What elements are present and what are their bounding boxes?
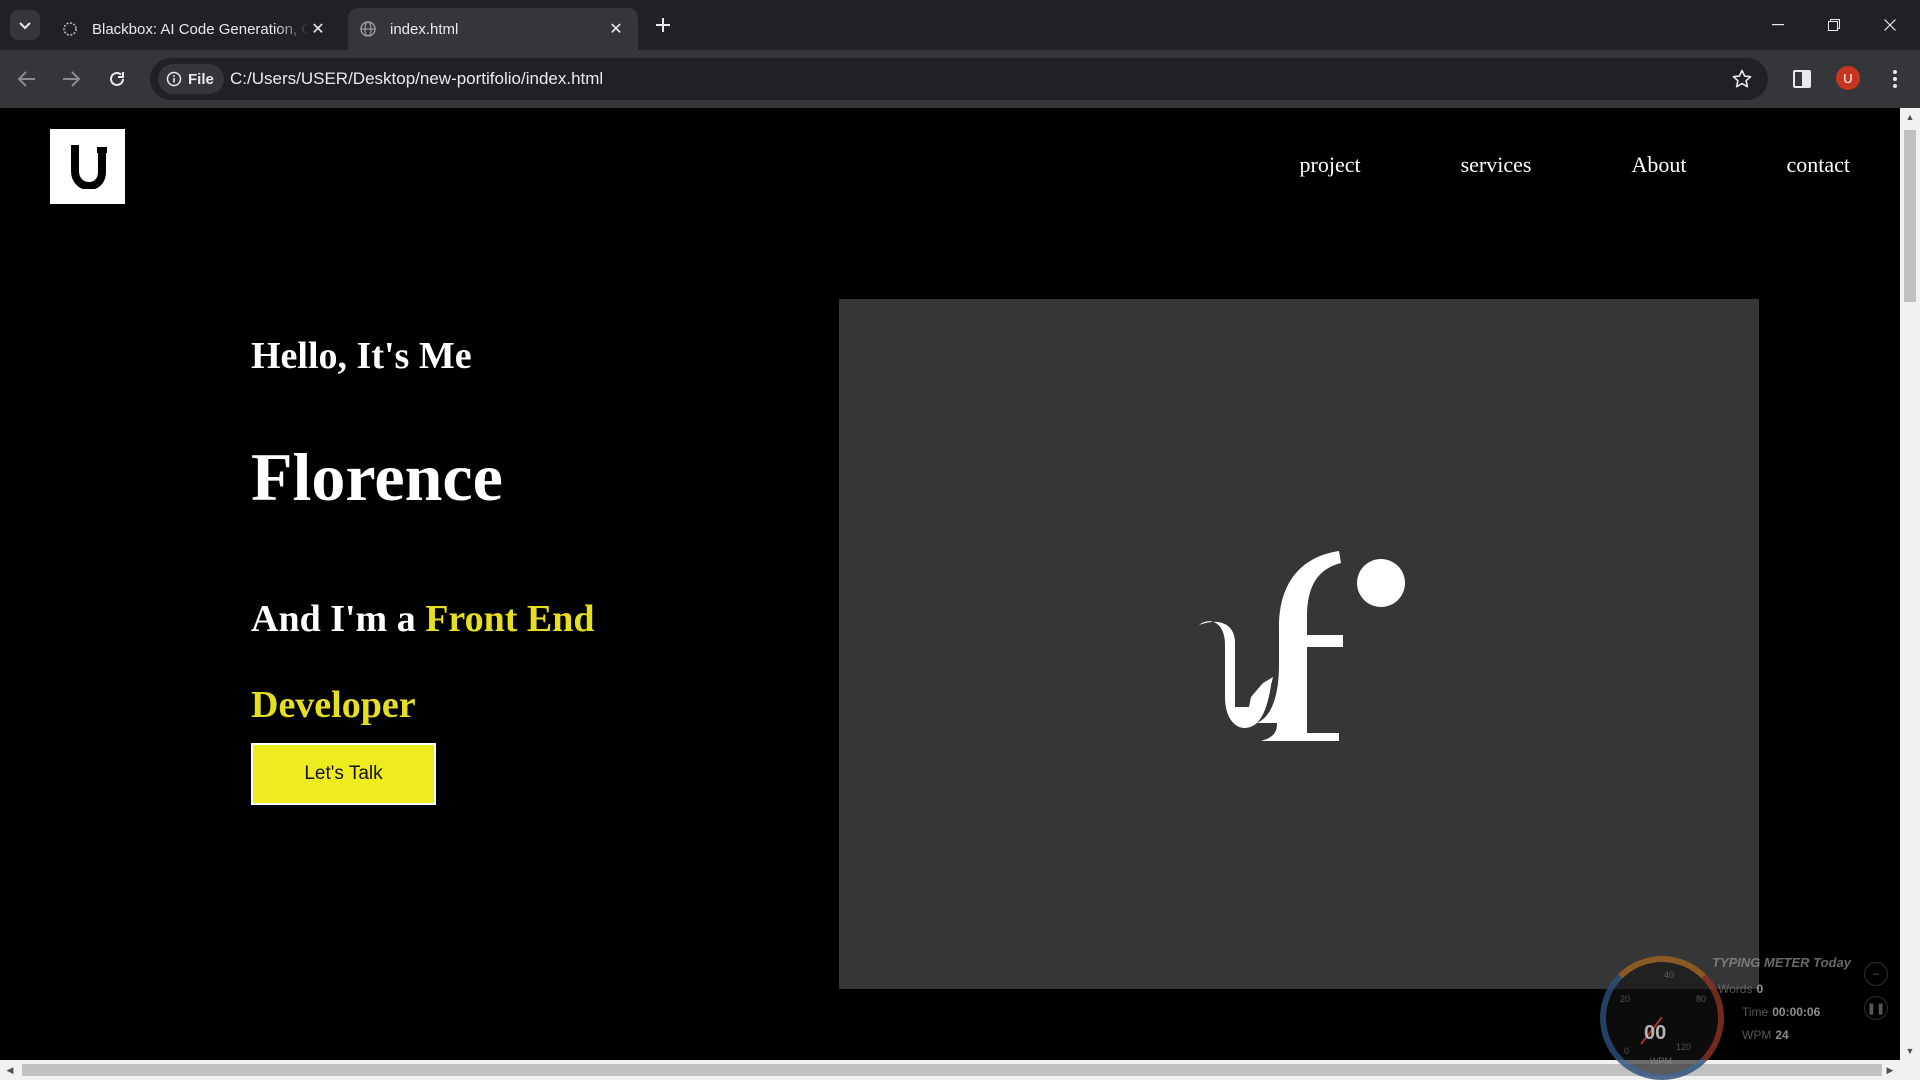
wpm-row: WPM 24: [1742, 1028, 1789, 1042]
gauge-unit: WPM: [1650, 1056, 1672, 1066]
reload-icon: [110, 71, 124, 86]
close-tab-icon[interactable]: ✕: [308, 19, 328, 39]
nav-link-project[interactable]: project: [1300, 152, 1361, 178]
tab-title: index.html: [390, 20, 459, 38]
side-panel-button[interactable]: [1787, 64, 1817, 94]
hero-role: And I'm a Front End Developer: [251, 576, 651, 748]
gauge-tick: 40: [1664, 970, 1675, 980]
url-text[interactable]: C:/Users/USER/Desktop/new-portifolio/ind…: [230, 69, 603, 89]
tab-blackbox[interactable]: Blackbox: AI Code Generation, C ✕: [50, 8, 340, 50]
bookmark-button[interactable]: [1730, 67, 1754, 91]
minimize-meter-icon[interactable]: –: [1864, 962, 1888, 986]
plus-icon: [656, 18, 670, 32]
restore-button[interactable]: [1806, 0, 1862, 50]
uf-logo-icon: [1199, 551, 1405, 741]
main-nav: project services About contact: [1300, 152, 1850, 178]
blackbox-icon: [62, 21, 78, 37]
side-panel-icon: [1793, 70, 1811, 88]
restore-icon: [1828, 19, 1840, 31]
gauge-tick: 80: [1696, 994, 1707, 1004]
time-row: Time 00:00:06: [1742, 1005, 1821, 1019]
scroll-left-icon[interactable]: ◀: [0, 1060, 20, 1080]
back-button[interactable]: [12, 64, 42, 94]
nav-link-about[interactable]: About: [1631, 152, 1686, 178]
kebab-menu-icon: [1893, 70, 1897, 88]
star-icon: [1732, 69, 1752, 88]
close-tab-icon[interactable]: ✕: [606, 19, 626, 39]
gauge-value: 00: [1644, 1022, 1667, 1044]
page-viewport: project services About contact Hello, It…: [0, 108, 1900, 1060]
site-info-chip[interactable]: File: [158, 64, 224, 94]
browser-menu-button[interactable]: [1880, 64, 1910, 94]
nav-link-services[interactable]: services: [1461, 152, 1532, 178]
forward-button[interactable]: [56, 64, 86, 94]
close-window-button[interactable]: [1862, 0, 1918, 50]
reload-button[interactable]: [102, 64, 132, 94]
meter-title: TYPING METER Today: [1712, 955, 1851, 970]
hero-greeting: Hello, It's Me: [251, 335, 472, 377]
browser-toolbar: File C:/Users/USER/Desktop/new-portifoli…: [0, 50, 1920, 108]
typing-meter-widget: 40 20 80 0 120 00 WPM TYPING METER Today…: [1596, 950, 1920, 1080]
hero-name: Florence: [251, 439, 503, 515]
globe-icon: [360, 21, 376, 37]
words-row: Words 0: [1718, 982, 1764, 996]
vertical-scroll-thumb[interactable]: [1904, 130, 1916, 302]
nav-link-contact[interactable]: contact: [1786, 152, 1850, 178]
gauge-tick: 120: [1676, 1042, 1692, 1052]
info-icon: [166, 71, 182, 87]
tab-search-button[interactable]: [10, 10, 40, 40]
pause-icon[interactable]: ❚❚: [1864, 996, 1888, 1020]
role-prefix: And I'm a: [251, 598, 426, 640]
tab-strip: Blackbox: AI Code Generation, C ✕ index.…: [0, 0, 1920, 50]
vertical-scrollbar[interactable]: ▲ ▼: [1900, 108, 1920, 1060]
lets-talk-button[interactable]: Let's Talk: [251, 743, 436, 805]
hero-image: [839, 299, 1759, 989]
gauge-tick: 0: [1624, 1046, 1630, 1056]
arrow-left-icon: [18, 71, 35, 87]
u-logo-icon: [70, 144, 107, 189]
address-bar[interactable]: File C:/Users/USER/Desktop/new-portifoli…: [150, 58, 1768, 100]
profile-avatar[interactable]: U: [1836, 66, 1860, 90]
gauge-tick: 20: [1620, 994, 1631, 1004]
scroll-up-icon[interactable]: ▲: [1900, 108, 1920, 126]
arrow-right-icon: [63, 71, 80, 87]
minimize-button[interactable]: [1750, 0, 1806, 50]
site-logo[interactable]: [50, 129, 125, 204]
chevron-down-icon: [19, 17, 31, 33]
minimize-icon: [1772, 24, 1784, 26]
tab-index-html[interactable]: index.html ✕: [348, 8, 638, 50]
tab-title: Blackbox: AI Code Generation, C: [92, 20, 308, 38]
chip-label: File: [188, 70, 214, 88]
close-icon: [1884, 19, 1896, 31]
new-tab-button[interactable]: [650, 12, 676, 38]
